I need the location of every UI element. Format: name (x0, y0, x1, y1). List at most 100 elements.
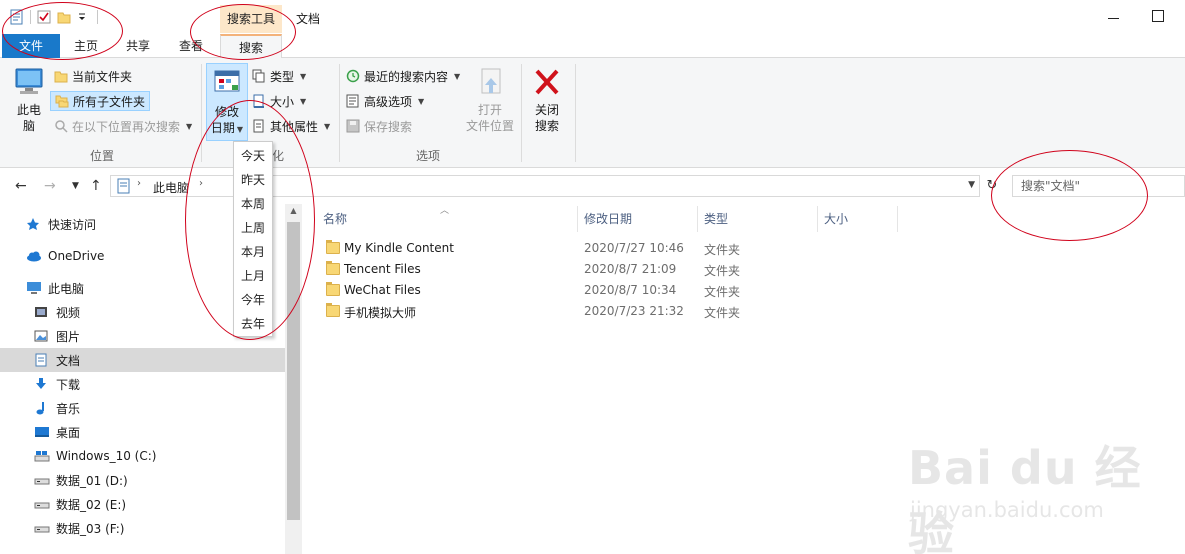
column-header-name[interactable]: 名称 (323, 206, 347, 232)
chevron-down-icon: ▼ (324, 121, 331, 131)
search-input[interactable]: 搜索"文档" (1012, 175, 1185, 197)
close-search-button[interactable]: 关闭 搜索 (527, 66, 567, 134)
date-menu-item[interactable]: 本周 (234, 192, 272, 216)
column-divider[interactable] (577, 206, 578, 232)
file-name: 手机模拟大师 (344, 306, 417, 320)
refresh-icon[interactable]: ↻ (983, 175, 1001, 197)
checkmark-icon[interactable] (37, 9, 51, 25)
chevron-down-icon: ▼ (300, 96, 307, 106)
nav-item-label: 数据_03 (F:) (56, 521, 125, 536)
scroll-up-icon[interactable]: ▲ (287, 206, 300, 220)
new-folder-icon[interactable] (57, 9, 71, 25)
other-properties-icon (252, 119, 266, 133)
nav-item[interactable]: 数据_01 (D:) (0, 468, 285, 492)
recent-locations-chevron-icon[interactable]: ▼ (72, 181, 79, 191)
nav-item[interactable]: Windows_10 (C:) (0, 444, 285, 468)
tab-view[interactable]: 查看 (165, 34, 217, 58)
tab-search[interactable]: 搜索 (220, 34, 282, 59)
date-modified-menu: 今天 昨天 本周 上周 本月 上月 今年 去年 (233, 141, 273, 337)
customize-qat-icon[interactable] (77, 9, 91, 25)
folder-icon (326, 282, 340, 296)
chevron-down-icon: ▼ (186, 121, 193, 131)
folder-icon (326, 261, 340, 275)
date-menu-item[interactable]: 本月 (234, 240, 272, 264)
drive-icon (34, 521, 50, 535)
close-search-label-1: 关闭 (534, 103, 559, 117)
all-subfolders-button[interactable]: 所有子文件夹 (50, 91, 151, 111)
search-again-in-button[interactable]: 在以下位置再次搜索 ▼ (54, 116, 192, 136)
column-divider[interactable] (817, 206, 818, 232)
open-file-location-button[interactable]: 打开 文件位置 (464, 66, 516, 134)
breadcrumb-this-pc[interactable]: 此电脑 (153, 179, 189, 196)
nav-item[interactable]: 桌面 (0, 420, 285, 444)
group-divider (575, 64, 576, 162)
column-divider[interactable] (697, 206, 698, 232)
save-icon (346, 119, 360, 133)
search-again-label: 在以下位置再次搜索 (72, 119, 181, 134)
nav-item[interactable]: 数据_02 (E:) (0, 492, 285, 516)
options-group-label: 选项 (416, 149, 441, 163)
date-menu-item[interactable]: 上周 (234, 216, 272, 240)
nav-item[interactable]: 文档 (0, 348, 285, 372)
minimize-button[interactable] (1103, 4, 1123, 26)
nav-item[interactable]: 数据_03 (F:) (0, 516, 285, 540)
file-name: Tencent Files (344, 262, 421, 276)
date-menu-item[interactable]: 昨天 (234, 168, 272, 192)
tab-file[interactable]: 文件 (2, 34, 60, 58)
file-row[interactable]: WeChat Files 2020/8/7 10:34 文件夹 (318, 280, 918, 301)
watermark-brand: Bai du 经验 (908, 441, 1142, 554)
date-menu-item[interactable]: 今天 (234, 144, 272, 168)
date-modified-button[interactable]: 修改 日期 ▼ (206, 63, 248, 141)
column-header-date[interactable]: 修改日期 (584, 206, 632, 232)
date-menu-item[interactable]: 去年 (234, 312, 272, 336)
file-type: 文件夹 (704, 306, 741, 320)
drive-icon (34, 473, 50, 487)
nav-scroll-thumb[interactable] (287, 222, 300, 520)
advanced-options-button[interactable]: 高级选项 ▼ (346, 91, 424, 111)
address-dropdown-icon[interactable]: ▼ (968, 180, 975, 190)
nav-item-label: 音乐 (56, 401, 81, 416)
date-menu-item[interactable]: 上月 (234, 264, 272, 288)
tab-home[interactable]: 主页 (60, 34, 112, 58)
properties-icon[interactable] (10, 9, 24, 25)
size-button[interactable]: 大小 ▼ (252, 91, 306, 111)
file-row[interactable]: 手机模拟大师 2020/7/23 21:32 文件夹 (318, 301, 918, 322)
recent-searches-icon (346, 69, 360, 83)
nav-item[interactable]: 音乐 (0, 396, 285, 420)
location-group-label: 位置 (90, 149, 115, 163)
save-search-button[interactable]: 保存搜索 (346, 116, 412, 136)
file-row[interactable]: My Kindle Content 2020/7/27 10:46 文件夹 (318, 238, 918, 259)
this-pc-button[interactable]: 此电脑 (10, 66, 48, 134)
download-icon (34, 377, 50, 391)
file-row[interactable]: Tencent Files 2020/8/7 21:09 文件夹 (318, 259, 918, 280)
open-location-icon (481, 68, 501, 94)
tab-share[interactable]: 共享 (112, 34, 164, 58)
size-label: 大小 (270, 94, 295, 109)
back-arrow-icon[interactable]: ← (15, 178, 27, 194)
quick-access-toolbar (10, 6, 98, 28)
column-divider[interactable] (897, 206, 898, 232)
current-folder-button[interactable]: 当前文件夹 (54, 66, 132, 86)
recent-searches-button[interactable]: 最近的搜索内容 ▼ (346, 66, 460, 86)
nav-item[interactable]: 下载 (0, 372, 285, 396)
kind-label: 类型 (270, 69, 295, 84)
column-header-size[interactable]: 大小 (824, 206, 848, 232)
qat-divider (30, 10, 31, 24)
column-header-type[interactable]: 类型 (704, 206, 728, 232)
chevron-down-icon: ▼ (300, 71, 307, 81)
kind-button[interactable]: 类型 ▼ (252, 66, 306, 86)
file-date: 2020/7/23 21:32 (584, 304, 684, 318)
recent-searches-label: 最近的搜索内容 (364, 69, 449, 84)
window-title: 文档 (296, 12, 321, 26)
desktop-icon (34, 425, 50, 439)
this-pc-label: 此电脑 (16, 103, 41, 133)
nav-item-label: OneDrive (48, 249, 105, 263)
forward-arrow-icon[interactable]: → (44, 178, 56, 194)
size-icon (252, 94, 266, 108)
close-search-label-2: 搜索 (534, 119, 559, 133)
up-arrow-icon[interactable]: ↑ (90, 178, 102, 194)
other-properties-button[interactable]: 其他属性 ▼ (252, 116, 330, 136)
maximize-button[interactable] (1148, 4, 1168, 26)
date-menu-item[interactable]: 今年 (234, 288, 272, 312)
navigation-bar: ← → ▼ ↑ › 此电脑 › ▼ ↻ 搜索"文档" (0, 168, 1185, 204)
